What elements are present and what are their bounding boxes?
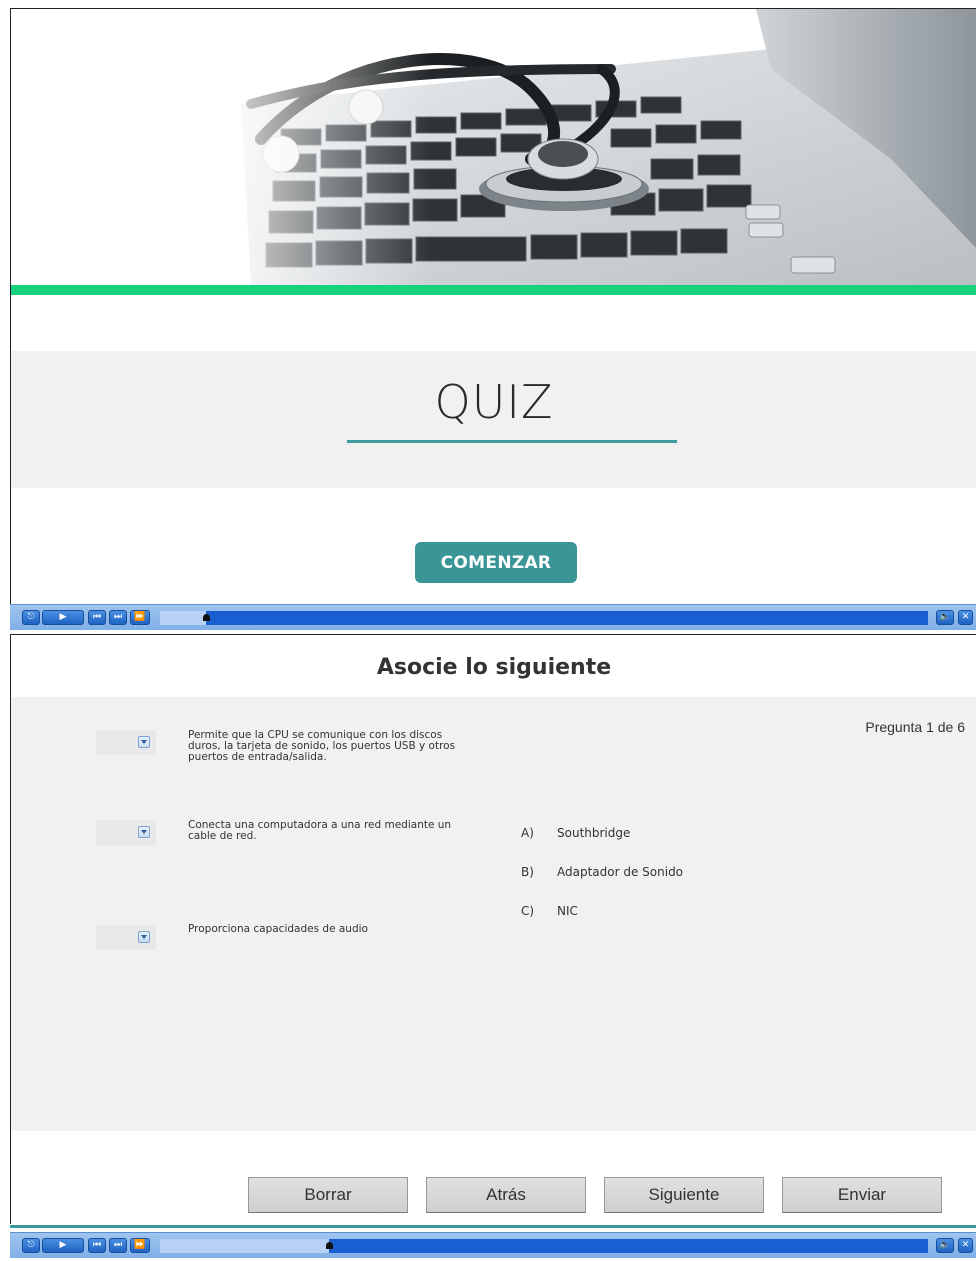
title-underline: [347, 440, 677, 443]
question-counter: Pregunta 1 de 6: [865, 719, 965, 735]
fast-forward-icon[interactable]: ⏩: [130, 1238, 150, 1253]
option-label: NIC: [557, 904, 578, 918]
quiz-title: QUIZ: [434, 375, 554, 429]
player-bar: ⎋ ▶ ⏮ ⏭ ⏩ 🔈 ✕: [10, 604, 976, 630]
close-icon[interactable]: ✕: [958, 610, 973, 625]
next-button[interactable]: Siguiente: [604, 1177, 764, 1213]
matching-question-slide: Asocie lo siguiente Pregunta 1 de 6 Perm…: [0, 630, 976, 1261]
match-dropdown-2[interactable]: [96, 820, 156, 845]
player-bar: ⎋ ▶ ⏮ ⏭ ⏩ 🔈 ✕: [10, 1232, 976, 1258]
rewind-icon[interactable]: ⏮: [88, 1238, 106, 1253]
footer-divider: [10, 1225, 976, 1228]
slide-frame: QUIZ COMENZAR: [10, 8, 976, 604]
hero-image: [11, 9, 976, 285]
progress-thumb[interactable]: [326, 1242, 333, 1249]
play-icon[interactable]: ▶: [42, 1238, 84, 1253]
fast-forward-icon[interactable]: ⏩: [130, 610, 150, 625]
volume-icon[interactable]: 🔈: [936, 1238, 954, 1253]
play-icon[interactable]: ▶: [42, 610, 84, 625]
exit-icon[interactable]: ⎋: [22, 1238, 40, 1253]
accent-strip: [11, 285, 976, 295]
match-dropdown-3[interactable]: [96, 925, 156, 950]
question-heading: Asocie lo siguiente: [376, 655, 612, 680]
close-icon[interactable]: ✕: [958, 1238, 973, 1253]
start-button[interactable]: COMENZAR: [415, 542, 577, 583]
volume-icon[interactable]: 🔈: [936, 610, 954, 625]
option-key: A): [521, 826, 534, 840]
clear-button[interactable]: Borrar: [248, 1177, 408, 1213]
quiz-start-slide: QUIZ COMENZAR ⎋ ▶ ⏮ ⏭ ⏩ 🔈 ✕: [0, 0, 976, 630]
option-label: Adaptador de Sonido: [557, 865, 684, 879]
forward-icon[interactable]: ⏭: [109, 610, 127, 625]
question-panel: Pregunta 1 de 6 Permite que la CPU se co…: [11, 697, 976, 1131]
statement-2: Conecta una computadora a una red median…: [188, 819, 452, 842]
back-button[interactable]: Atrás: [426, 1177, 586, 1213]
chevron-down-icon[interactable]: [138, 931, 150, 943]
hero-fade-overlay: [11, 9, 431, 285]
chevron-down-icon[interactable]: [138, 736, 150, 748]
chevron-down-icon[interactable]: [138, 826, 150, 838]
progress-played: [160, 1239, 329, 1253]
forward-icon[interactable]: ⏭: [109, 1238, 127, 1253]
match-dropdown-1[interactable]: [96, 730, 156, 755]
option-label: Southbridge: [557, 826, 631, 840]
rewind-icon[interactable]: ⏮: [88, 610, 106, 625]
submit-button[interactable]: Enviar: [782, 1177, 942, 1213]
exit-icon[interactable]: ⎋: [22, 610, 40, 625]
slide-frame: Asocie lo siguiente Pregunta 1 de 6 Perm…: [10, 634, 976, 1224]
statement-1: Permite que la CPU se comunique con los …: [188, 729, 456, 763]
progress-track[interactable]: [160, 1239, 928, 1253]
option-key: B): [521, 865, 534, 879]
option-key: C): [521, 904, 535, 918]
progress-played: [160, 611, 206, 625]
statement-3: Proporciona capacidades de audio: [188, 923, 368, 935]
progress-track[interactable]: [160, 611, 928, 625]
progress-thumb[interactable]: [203, 614, 210, 621]
